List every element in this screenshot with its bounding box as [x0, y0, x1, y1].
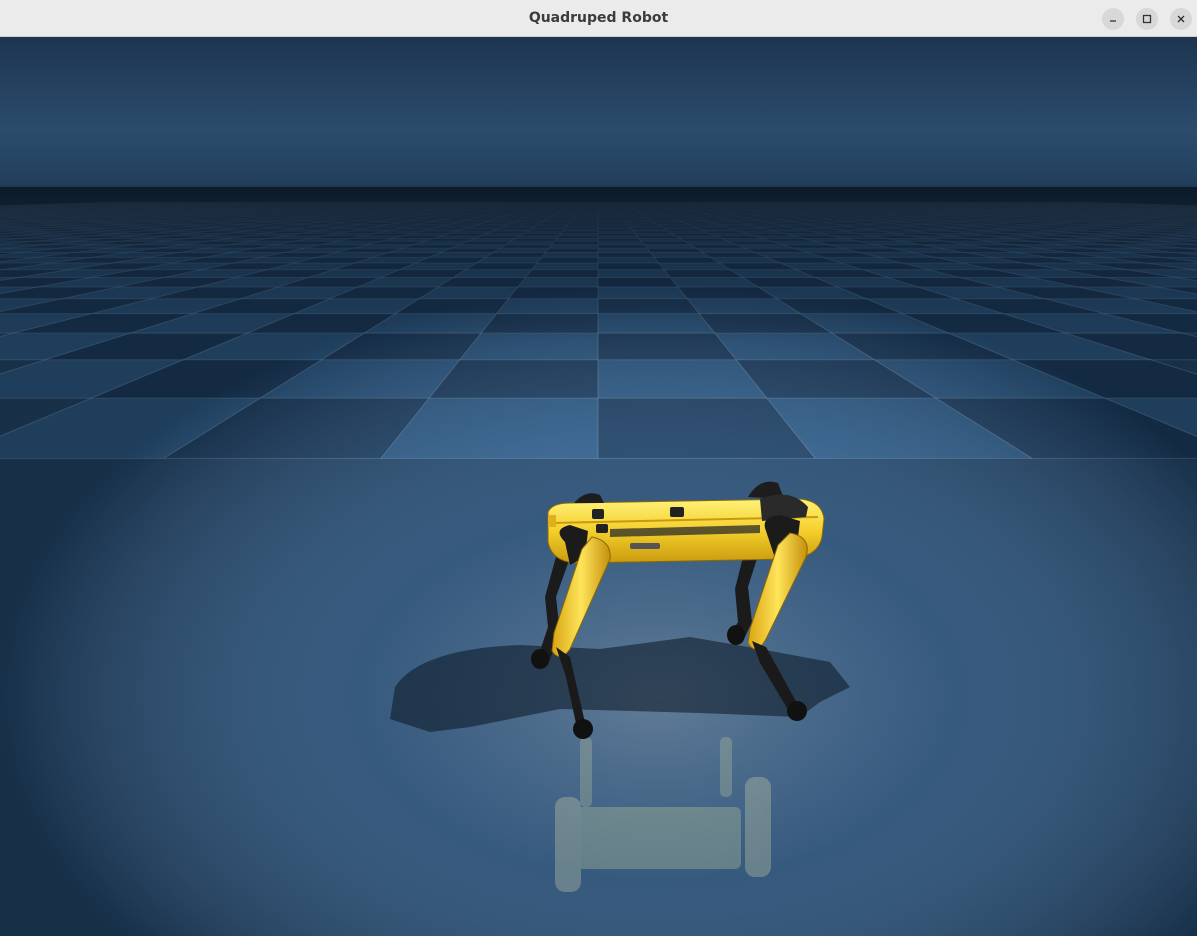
body-port — [592, 509, 604, 519]
body-connector — [630, 543, 660, 549]
front-right-foot — [787, 701, 807, 721]
horizon-haze — [0, 187, 1197, 447]
close-icon — [1176, 14, 1186, 24]
rear-right-foot — [573, 719, 593, 739]
minimize-button[interactable] — [1102, 8, 1124, 30]
app-window: Quadruped Robot — [0, 0, 1197, 936]
maximize-button[interactable] — [1136, 8, 1158, 30]
scene-canvas[interactable] — [0, 37, 1197, 936]
simulation-viewport[interactable] — [0, 37, 1197, 936]
sky-background — [0, 37, 1197, 207]
window-title: Quadruped Robot — [528, 10, 669, 26]
minimize-icon — [1108, 14, 1118, 24]
close-button[interactable] — [1170, 8, 1192, 30]
maximize-icon — [1142, 14, 1152, 24]
front-left-foot — [727, 625, 745, 645]
body-port — [596, 524, 608, 533]
rear-left-foot — [531, 649, 549, 669]
body-port — [670, 507, 684, 517]
title-bar[interactable]: Quadruped Robot — [0, 0, 1197, 37]
